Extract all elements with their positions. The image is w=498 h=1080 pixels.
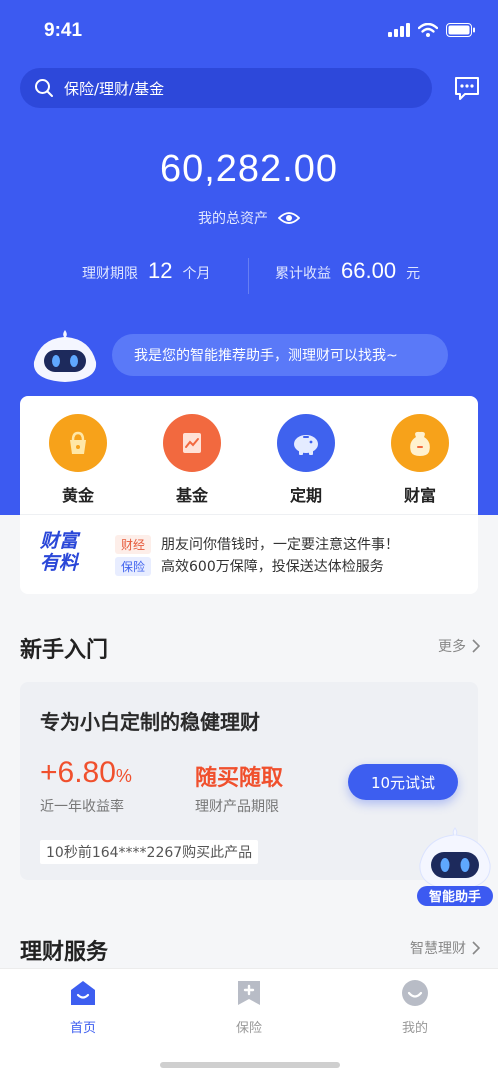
assistant-robot-icon: 智能助手: [417, 827, 493, 906]
gold-bag-icon: [49, 414, 107, 472]
battery-icon: [446, 23, 475, 37]
news-text: 朋友问你借钱时，一定要注意这件事！: [161, 537, 400, 553]
signal-icon: [388, 23, 410, 37]
income-label: 累计收益: [275, 266, 331, 282]
income-value: 66.00: [341, 258, 397, 283]
product-rate-label: 近一年收益率: [40, 799, 124, 815]
news-item[interactable]: 财经 朋友问你借钱时，一定要注意这件事！: [115, 534, 399, 554]
income-unit: 元: [406, 266, 421, 282]
message-icon[interactable]: [453, 74, 481, 102]
news-tag: 财经: [115, 534, 152, 554]
assistant-bubble-text: 我是您的智能推荐助手，测理财可以找我~: [134, 348, 398, 364]
category-wealth[interactable]: 财富: [375, 414, 465, 506]
money-bag-icon: [391, 414, 449, 472]
term-unit: 个月: [182, 266, 211, 282]
term-label: 理财期限: [82, 266, 138, 282]
tab-label: 我的: [401, 1021, 428, 1036]
term-value: 12: [148, 258, 173, 283]
assistant-bubble[interactable]: 我是您的智能推荐助手，测理财可以找我~: [112, 334, 448, 376]
tab-home[interactable]: 首页: [33, 979, 133, 1036]
chevron-right-icon: [472, 941, 480, 955]
status-time: 9:41: [44, 20, 83, 41]
fund-chart-icon: [163, 414, 221, 472]
smart-finance-link[interactable]: 智慧理财: [410, 938, 480, 958]
home-indicator: [160, 1062, 340, 1068]
income-stat: 累计收益 66.00 元: [275, 258, 420, 284]
search-bar[interactable]: 保险/理财/基金: [20, 68, 432, 108]
section-title-services: 理财服务: [20, 940, 109, 965]
try-button[interactable]: 10元试试: [348, 764, 458, 800]
insurance-icon: [238, 981, 260, 1005]
chevron-right-icon: [472, 639, 480, 653]
tab-label: 首页: [69, 1021, 96, 1036]
category-label: 基金: [175, 486, 208, 505]
total-assets-label: 我的总资产: [198, 211, 268, 227]
category-label: 黄金: [61, 486, 94, 505]
total-assets-row: 我的总资产: [0, 208, 498, 228]
home-icon: [71, 981, 95, 1005]
term-stat: 理财期限 12 个月: [82, 258, 210, 284]
asset-stats: 理财期限 12 个月 累计收益 66.00 元: [0, 258, 498, 294]
search-placeholder: 保险/理财/基金: [64, 79, 165, 98]
total-assets-value: 60,282.00: [159, 148, 339, 190]
news-text: 高效600万保障，投保送达体检服务: [161, 559, 384, 575]
divider: [20, 514, 478, 515]
floating-assistant[interactable]: 智能助手: [416, 826, 494, 908]
category-label: 财富: [403, 486, 436, 505]
status-icons: [388, 23, 476, 37]
stat-divider: [248, 258, 249, 294]
piggy-bank-icon: [277, 414, 335, 472]
more-link-label: 更多: [438, 639, 466, 655]
product-term: 随买随取: [195, 766, 284, 791]
product-term-label: 理财产品期限: [195, 799, 279, 815]
news-item[interactable]: 保险 高效600万保障，投保送达体检服务: [115, 556, 384, 576]
product-title: 专为小白定制的稳健理财: [40, 710, 260, 734]
more-link[interactable]: 更多: [438, 636, 480, 656]
smart-finance-label: 智慧理财: [410, 941, 466, 957]
news-tag: 保险: [115, 556, 152, 576]
status-bar: 9:41: [0, 0, 498, 62]
profile-icon: [402, 980, 428, 1006]
news-logo: 财富 有料: [40, 530, 79, 574]
eye-icon[interactable]: [278, 211, 300, 225]
assistant-badge-label: 智能助手: [429, 889, 481, 905]
tab-profile[interactable]: 我的: [365, 979, 465, 1036]
search-icon: [35, 79, 53, 97]
category-fund[interactable]: 基金: [147, 414, 237, 506]
product-card[interactable]: 专为小白定制的稳健理财 +6.80% 近一年收益率 随买随取 理财产品期限 10…: [20, 682, 478, 880]
section-title-newbie: 新手入门: [20, 638, 109, 663]
category-fixed[interactable]: 定期: [261, 414, 351, 506]
tab-insurance[interactable]: 保险: [199, 979, 299, 1036]
category-grid: 黄金 基金 定期 财富: [20, 396, 478, 514]
category-label: 定期: [289, 486, 322, 505]
purchase-note: 10秒前164****2267购买此产品: [40, 840, 259, 864]
category-gold[interactable]: 黄金: [33, 414, 123, 506]
wifi-icon: [418, 23, 438, 37]
assistant-robot-icon[interactable]: [30, 328, 100, 384]
tab-label: 保险: [235, 1021, 262, 1036]
category-card: 黄金 基金 定期 财富 财富 有料 财经 朋友问你借钱时，一定要注意这件事！ 保…: [20, 396, 478, 594]
product-rate: +6.80%: [40, 756, 132, 789]
